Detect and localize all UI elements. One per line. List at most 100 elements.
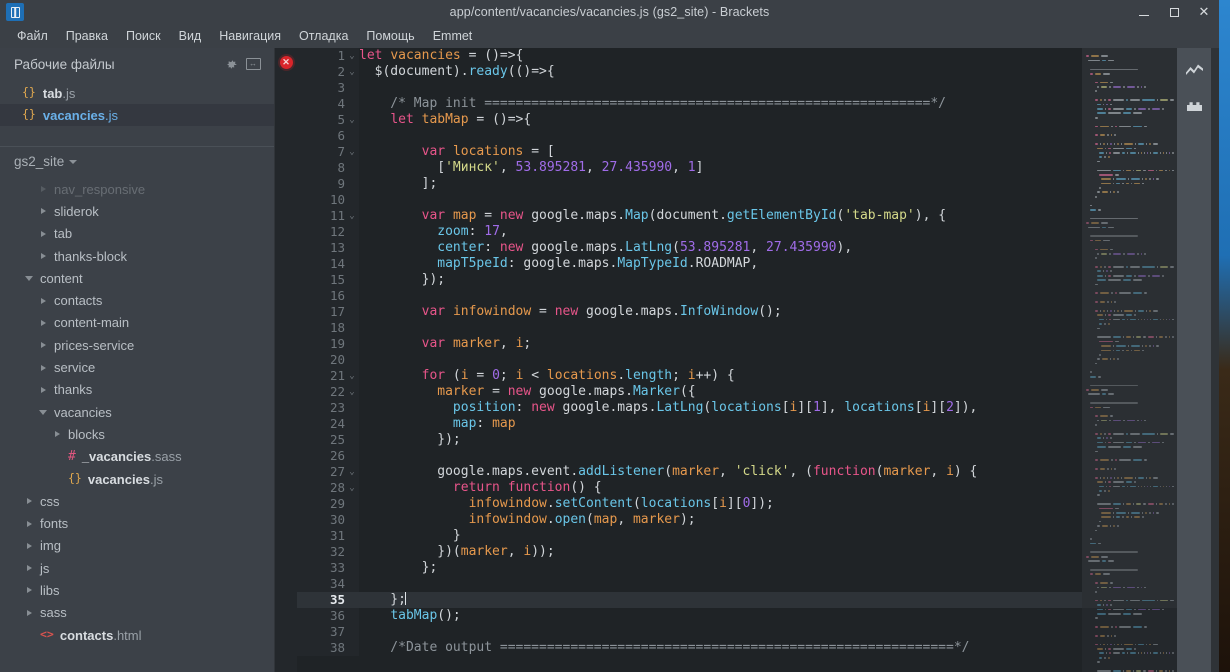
fold-toggle-icon[interactable]: ⌄ xyxy=(345,368,359,384)
fold-toggle-icon[interactable]: ⌄ xyxy=(345,384,359,400)
code-line-35[interactable]: 35 }; xyxy=(297,592,1082,608)
menu-file[interactable]: Файл xyxy=(8,26,57,46)
chevron-right-icon[interactable] xyxy=(24,565,34,572)
code-line-3[interactable]: 3 xyxy=(297,80,1082,96)
code-line-21[interactable]: 21 ⌄ for (i = 0; i < locations.length; i+… xyxy=(297,368,1082,384)
menu-navigate[interactable]: Навигация xyxy=(210,26,290,46)
code-line-19[interactable]: 19 var marker, i; xyxy=(297,336,1082,352)
close-button[interactable]: ✕ xyxy=(1189,0,1219,24)
tree-item-sliderok[interactable]: sliderok xyxy=(0,200,274,222)
tree-item-vacancies[interactable]: {} vacancies.js xyxy=(0,468,274,490)
chevron-right-icon[interactable] xyxy=(38,297,48,304)
code-line-5[interactable]: 5 ⌄ let tabMap = ()=>{ xyxy=(297,112,1082,128)
tree-item-thanks-block[interactable]: thanks-block xyxy=(0,245,274,267)
code-line-31[interactable]: 31 } xyxy=(297,528,1082,544)
tree-item-service[interactable]: service xyxy=(0,356,274,378)
code-line-15[interactable]: 15 }); xyxy=(297,272,1082,288)
tree-item-css[interactable]: css xyxy=(0,490,274,512)
code-line-18[interactable]: 18 xyxy=(297,320,1082,336)
code-line-37[interactable]: 37 xyxy=(297,624,1082,640)
error-circle-icon[interactable]: ✕ xyxy=(279,56,293,69)
menu-edit[interactable]: Правка xyxy=(57,26,117,46)
project-header[interactable]: gs2_site xyxy=(0,146,274,176)
code-line-9[interactable]: 9 ]; xyxy=(297,176,1082,192)
tree-item-_vacancies[interactable]: # _vacancies.sass xyxy=(0,446,274,468)
chevron-down-icon[interactable] xyxy=(24,275,34,281)
tree-item-nav_responsive[interactable]: nav_responsive xyxy=(0,178,274,200)
code-line-14[interactable]: 14 mapT5peId: google.maps.MapTypeId.ROAD… xyxy=(297,256,1082,272)
code-line-34[interactable]: 34 xyxy=(297,576,1082,592)
code-minimap[interactable] xyxy=(1082,48,1177,672)
chevron-right-icon[interactable] xyxy=(24,587,34,594)
tree-item-img[interactable]: img xyxy=(0,535,274,557)
working-file-vacancies[interactable]: {} vacancies.js xyxy=(0,104,274,126)
code-line-22[interactable]: 22 ⌄ marker = new google.maps.Marker({ xyxy=(297,384,1082,400)
code-line-12[interactable]: 12 zoom: 17, xyxy=(297,224,1082,240)
chevron-right-icon[interactable] xyxy=(38,386,48,393)
tree-item-thanks[interactable]: thanks xyxy=(0,379,274,401)
chevron-right-icon[interactable] xyxy=(38,253,48,260)
code-line-4[interactable]: 4 /* Map init ==========================… xyxy=(297,96,1082,112)
menu-view[interactable]: Вид xyxy=(170,26,211,46)
tree-item-vacancies[interactable]: vacancies xyxy=(0,401,274,423)
chevron-right-icon[interactable] xyxy=(38,319,48,326)
extension-manager-icon[interactable] xyxy=(1183,96,1205,116)
fold-toggle-icon[interactable]: ⌄ xyxy=(345,480,359,496)
code-line-10[interactable]: 10 xyxy=(297,192,1082,208)
code-line-33[interactable]: 33 }; xyxy=(297,560,1082,576)
tree-item-blocks[interactable]: blocks xyxy=(0,423,274,445)
chevron-right-icon[interactable] xyxy=(38,186,48,193)
code-line-24[interactable]: 24 map: map xyxy=(297,416,1082,432)
fold-toggle-icon[interactable]: ⌄ xyxy=(345,112,359,128)
chevron-right-icon[interactable] xyxy=(38,208,48,215)
maximize-button[interactable] xyxy=(1159,0,1189,24)
split-view-icon[interactable]: ↔ xyxy=(242,53,264,75)
code-line-27[interactable]: 27 ⌄ google.maps.event.addListener(marker… xyxy=(297,464,1082,480)
working-file-tab[interactable]: {} tab.js xyxy=(0,82,274,104)
code-line-26[interactable]: 26 xyxy=(297,448,1082,464)
tree-item-tab[interactable]: tab xyxy=(0,223,274,245)
code-line-38[interactable]: 38 /*Date output =======================… xyxy=(297,640,1082,656)
code-line-23[interactable]: 23 position: new google.maps.LatLng(loca… xyxy=(297,400,1082,416)
code-line-25[interactable]: 25 }); xyxy=(297,432,1082,448)
tree-item-sass[interactable]: sass xyxy=(0,602,274,624)
menu-help[interactable]: Помощь xyxy=(357,26,423,46)
chevron-right-icon[interactable] xyxy=(52,431,62,438)
chevron-right-icon[interactable] xyxy=(24,520,34,527)
chevron-right-icon[interactable] xyxy=(38,364,48,371)
code-line-30[interactable]: 30 infowindow.open(map, marker); xyxy=(297,512,1082,528)
code-line-20[interactable]: 20 xyxy=(297,352,1082,368)
tree-item-content-main[interactable]: content-main xyxy=(0,312,274,334)
fold-toggle-icon[interactable]: ⌄ xyxy=(345,64,359,80)
fold-toggle-icon[interactable]: ⌄ xyxy=(345,48,359,64)
code-scroll-area[interactable]: 1 ⌄ let vacancies = ()=>{2 ⌄ $(document).re… xyxy=(297,48,1082,672)
code-line-17[interactable]: 17 var infowindow = new google.maps.Info… xyxy=(297,304,1082,320)
code-line-6[interactable]: 6 xyxy=(297,128,1082,144)
chevron-right-icon[interactable] xyxy=(38,342,48,349)
fold-toggle-icon[interactable]: ⌄ xyxy=(345,208,359,224)
tree-item-js[interactable]: js xyxy=(0,557,274,579)
chevron-right-icon[interactable] xyxy=(24,542,34,549)
tree-item-content[interactable]: content xyxy=(0,267,274,289)
chevron-right-icon[interactable] xyxy=(24,498,34,505)
code-line-8[interactable]: 8 ['Минск', 53.895281, 27.435990, 1] xyxy=(297,160,1082,176)
code-line-13[interactable]: 13 center: new google.maps.LatLng(53.895… xyxy=(297,240,1082,256)
code-line-28[interactable]: 28 ⌄ return function() { xyxy=(297,480,1082,496)
menu-debug[interactable]: Отладка xyxy=(290,26,357,46)
tree-item-fonts[interactable]: fonts xyxy=(0,512,274,534)
minimize-button[interactable] xyxy=(1129,0,1159,24)
menu-emmet[interactable]: Emmet xyxy=(424,26,482,46)
tree-item-contacts[interactable]: contacts xyxy=(0,289,274,311)
code-line-1[interactable]: 1 ⌄ let vacancies = ()=>{ xyxy=(297,48,1082,64)
code-line-7[interactable]: 7 ⌄ var locations = [ xyxy=(297,144,1082,160)
code-line-2[interactable]: 2 ⌄ $(document).ready(()=>{ xyxy=(297,64,1082,80)
fold-toggle-icon[interactable]: ⌄ xyxy=(345,464,359,480)
code-line-32[interactable]: 32 })(marker, i)); xyxy=(297,544,1082,560)
code-line-16[interactable]: 16 xyxy=(297,288,1082,304)
tree-item-prices-service[interactable]: prices-service xyxy=(0,334,274,356)
menu-find[interactable]: Поиск xyxy=(117,26,170,46)
code-lines[interactable]: 1 ⌄ let vacancies = ()=>{2 ⌄ $(document).re… xyxy=(297,48,1082,656)
tree-item-contacts[interactable]: <> contacts.html xyxy=(0,624,274,646)
gear-icon[interactable] xyxy=(220,53,242,75)
chevron-right-icon[interactable] xyxy=(38,230,48,237)
